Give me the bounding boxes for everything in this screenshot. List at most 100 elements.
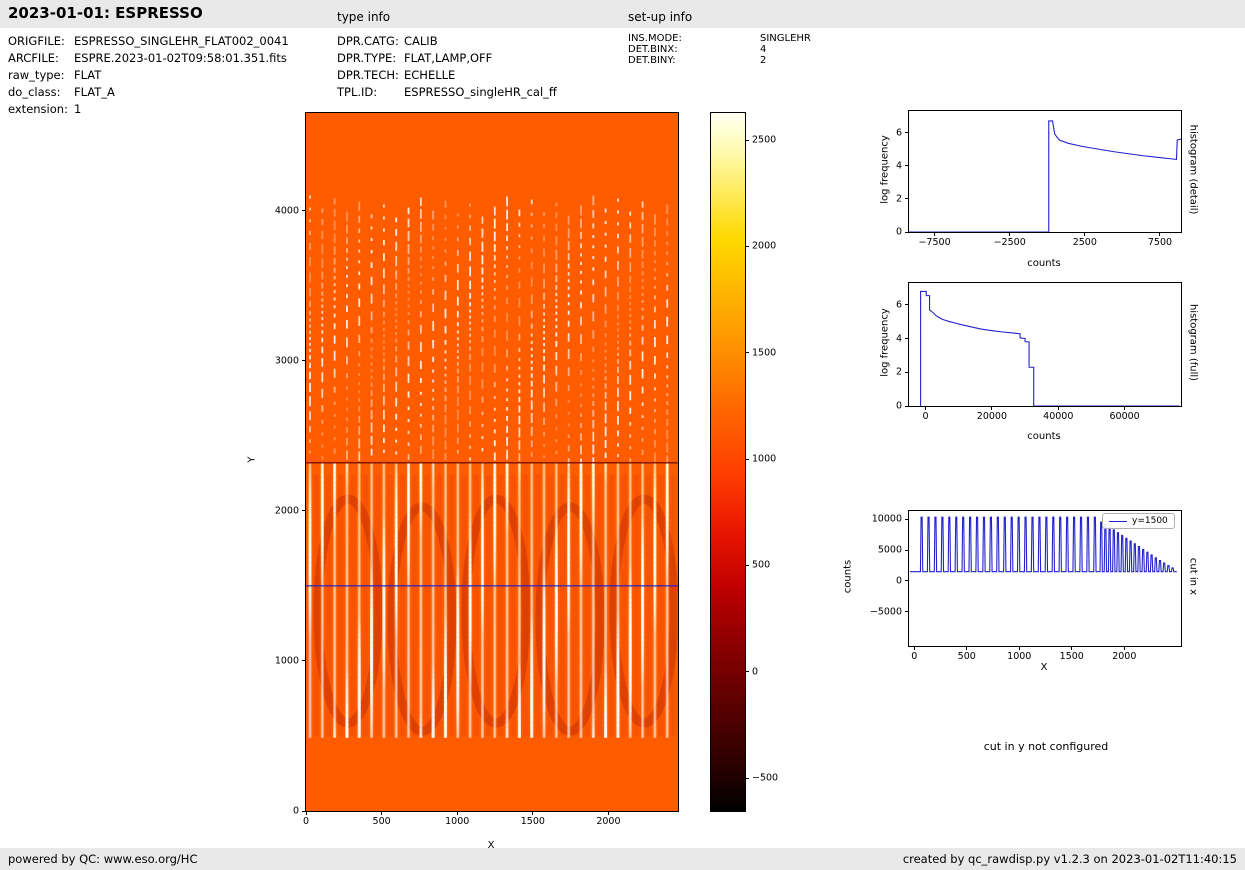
file-meta-label: extension: [8, 102, 68, 116]
setup-info-row: DET.BINX: 4 [628, 44, 811, 55]
footer-right-text: created by qc_rawdisp.py v1.2.3 on 2023-… [902, 852, 1237, 866]
file-meta-row: do_class: FLAT_A [8, 84, 289, 101]
y-ticklabel: 6 [895, 299, 902, 311]
colorbar-ticklabel: 500 [752, 559, 771, 571]
colorbar-tickmark [745, 139, 749, 141]
colorbar-ticklabel: 1500 [752, 347, 777, 359]
histogram-full-side-label: histogram (full) [1187, 303, 1199, 382]
x-ticklabel: 2500 [1072, 237, 1097, 248]
y-tickmark [302, 810, 306, 812]
header-bar: 2023-01-01: ESPRESSO type info set-up in… [0, 0, 1245, 28]
colorbar: −500 0 500 1000 1500 2000 2500 [710, 112, 778, 812]
file-meta-value: FLAT_A [74, 85, 115, 99]
type-info-block: DPR.CATG: CALIB DPR.TYPE: FLAT,LAMP,OFF DPR.… [337, 33, 557, 101]
setup-info-value: 2 [760, 55, 767, 66]
x-tickmark [456, 811, 458, 815]
file-meta-label: raw_type: [8, 68, 65, 82]
y-tickmark [302, 660, 306, 662]
x-tickmark [607, 811, 609, 815]
file-meta-value: 1 [74, 102, 82, 116]
y-ticklabel: 10000 [871, 513, 902, 525]
type-info-heading: type info [337, 10, 391, 24]
setup-info-value: 4 [760, 44, 767, 55]
y-ticklabel: 1000 [274, 655, 299, 667]
setup-info-value: SINGLEHR [760, 33, 811, 44]
x-tickmark [1018, 646, 1020, 650]
file-meta-label: ARCFILE: [8, 51, 59, 65]
histogram-detail-line [909, 111, 1181, 232]
x-tickmark [1124, 406, 1126, 410]
x-ticklabel: 20000 [976, 411, 1008, 422]
legend-line-sample [1109, 520, 1127, 522]
type-info-label: DPR.CATG: [337, 34, 399, 48]
x-ticklabel: 500 [372, 816, 391, 827]
x-tickmark [1123, 646, 1125, 650]
y-ticklabel: 2 [895, 193, 902, 205]
raw-image-heatmap [306, 113, 678, 811]
cut-in-x-xlabel: X [1040, 662, 1048, 673]
colorbar-tickmark [745, 564, 749, 566]
y-tickmark [302, 510, 306, 512]
x-ticklabel: 0 [922, 411, 929, 422]
type-info-value: CALIB [404, 34, 438, 48]
y-ticklabel: 4 [895, 333, 902, 345]
file-meta-value: ESPRESSO_SINGLEHR_FLAT002_0041 [74, 34, 289, 48]
x-tickmark [532, 811, 534, 815]
histogram-detail-plot: −7500 −2500 2500 7500 0 2 4 6 [896, 110, 1182, 248]
file-meta-row: ORIGFILE: ESPRESSO_SINGLEHR_FLAT002_0041 [8, 33, 289, 50]
file-meta-row: extension: 1 [8, 101, 289, 118]
histogram-detail-xlabel: counts [1027, 258, 1061, 269]
legend: y=1500 [1102, 513, 1175, 529]
x-tickmark [991, 406, 993, 410]
x-tickmark [1009, 232, 1011, 236]
histogram-full-line [909, 283, 1181, 406]
histogram-detail-ylabel: log frequency [879, 135, 891, 204]
colorbar-ticklabel: −500 [752, 772, 779, 784]
colorbar-ticklabel: 1000 [752, 453, 777, 465]
cut-in-y-note: cut in y not configured [983, 740, 1109, 753]
raw-image-plot: 0 500 1000 1500 2000 0 1000 2000 3000 4000 [275, 112, 679, 827]
x-ticklabel: 1500 [520, 816, 545, 827]
qc-report-page: 2023-01-01: ESPRESSO type info set-up in… [0, 0, 1245, 870]
setup-info-label: DET.BINX: [628, 44, 678, 55]
x-ticklabel: 2000 [1112, 651, 1137, 662]
y-ticklabel: 3000 [274, 355, 299, 367]
file-meta-label: do_class: [8, 85, 61, 99]
file-meta-label: ORIGFILE: [8, 34, 65, 48]
colorbar-tickmark [745, 458, 749, 460]
x-tickmark [381, 811, 383, 815]
histogram-full-ylabel: log frequency [879, 308, 891, 377]
type-info-row: DPR.TECH: ECHELLE [337, 67, 557, 84]
cut-in-x-plot: 0 500 1000 1500 2000 −5000 0 5000 10000 [870, 510, 1182, 662]
setup-info-label: INS.MODE: [628, 33, 682, 44]
legend-label: y=1500 [1132, 516, 1168, 526]
colorbar-tickmark [745, 245, 749, 247]
x-ticklabel: 60000 [1109, 411, 1140, 422]
page-title: 2023-01-01: ESPRESSO [8, 4, 203, 22]
type-info-row: TPL.ID: ESPRESSO_singleHR_cal_ff [337, 84, 557, 101]
file-meta-value: FLAT [74, 68, 102, 82]
x-tickmark [925, 406, 927, 410]
histogram-full-xlabel: counts [1027, 431, 1061, 442]
y-ticklabel: 0 [895, 226, 902, 238]
type-info-value: ECHELLE [404, 68, 456, 82]
colorbar-ticklabel: 0 [752, 666, 759, 678]
footer-bar: powered by QC: www.eso.org/HC created by… [0, 848, 1245, 870]
y-tickmark [302, 210, 306, 212]
setup-info-block: INS.MODE: SINGLEHR DET.BINX: 4 DET.BINY: 2 [628, 33, 811, 66]
y-ticklabel: 4 [895, 160, 902, 172]
main-plot-ylabel: Y [246, 456, 258, 463]
y-ticklabel: 6 [895, 127, 902, 139]
type-info-value: FLAT,LAMP,OFF [404, 51, 493, 65]
x-tickmark [934, 232, 936, 236]
x-ticklabel: 7500 [1147, 237, 1173, 248]
type-info-row: DPR.CATG: CALIB [337, 33, 557, 50]
y-ticklabel: 0 [292, 805, 299, 817]
y-ticklabel: 2 [895, 366, 902, 378]
setup-info-row: INS.MODE: SINGLEHR [628, 33, 811, 44]
y-ticklabel: 4000 [274, 205, 299, 217]
x-tickmark [1159, 232, 1161, 236]
setup-info-label: DET.BINY: [628, 55, 676, 66]
x-ticklabel: 40000 [1043, 411, 1074, 422]
y-ticklabel: 0 [895, 575, 902, 587]
